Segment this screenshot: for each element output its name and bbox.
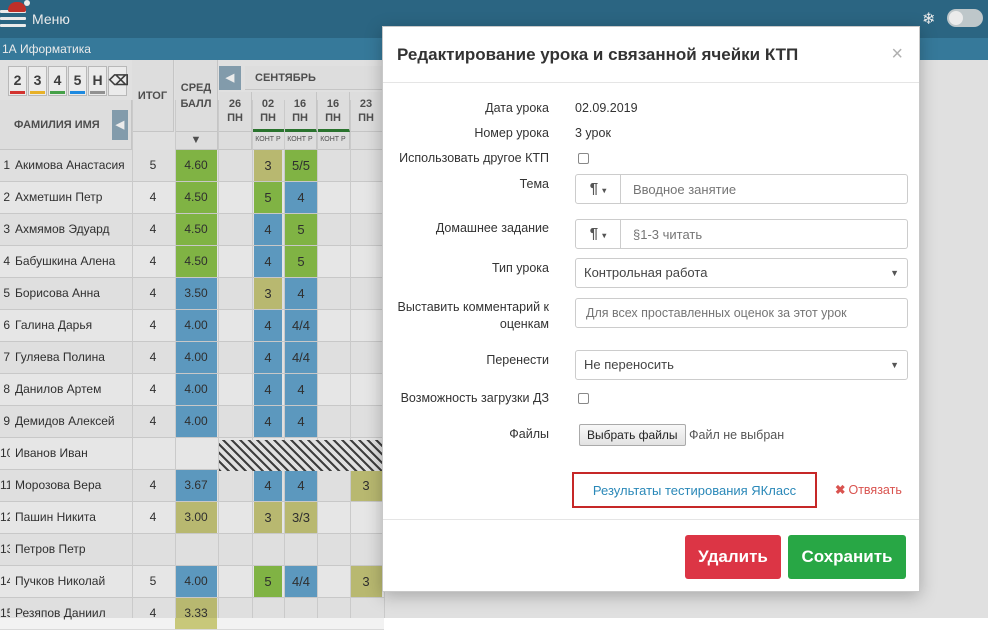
modal-title: Редактирование урока и связанной ячейки … bbox=[397, 45, 799, 64]
upload-homework-checkbox[interactable] bbox=[578, 393, 589, 404]
other-ktp-label: Использовать другое КТП bbox=[399, 151, 549, 165]
lesson-number-value: 3 урок bbox=[575, 126, 611, 140]
comment-label-line1: Выставить комментарий к bbox=[397, 300, 549, 314]
caret-down-icon: ▾ bbox=[602, 186, 607, 195]
lesson-number-label: Номер урока bbox=[474, 126, 549, 140]
save-button[interactable]: Сохранить bbox=[788, 535, 906, 579]
yaklass-results-link[interactable]: Результаты тестирования ЯКласс bbox=[572, 472, 817, 508]
edit-lesson-modal: Редактирование урока и связанной ячейки … bbox=[382, 26, 920, 592]
upload-homework-label: Возможность загрузки ДЗ bbox=[400, 391, 549, 405]
paragraph-icon: ¶ bbox=[589, 180, 599, 197]
comment-label-line2: оценкам bbox=[499, 317, 549, 331]
topic-input-group: ¶ ▾ bbox=[575, 174, 908, 204]
lesson-type-value: Контрольная работа bbox=[584, 265, 708, 280]
file-status: Файл не выбран bbox=[689, 428, 785, 442]
unlink-label: Отвязать bbox=[848, 483, 902, 497]
date-label: Дата урока bbox=[485, 101, 549, 115]
delete-button[interactable]: Удалить bbox=[685, 535, 781, 579]
paragraph-format-button[interactable]: ¶ ▾ bbox=[575, 219, 621, 249]
lesson-type-label: Тип урока bbox=[491, 261, 549, 275]
dropdown-arrow-icon: ▼ bbox=[890, 360, 899, 370]
modal-header: Редактирование урока и связанной ячейки … bbox=[383, 27, 919, 83]
other-ktp-checkbox[interactable] bbox=[578, 153, 589, 164]
dropdown-arrow-icon: ▼ bbox=[890, 268, 899, 278]
unlink-button[interactable]: ✖ Отвязать bbox=[835, 482, 902, 497]
close-x-icon: ✖ bbox=[835, 483, 846, 497]
paragraph-format-button[interactable]: ¶ ▾ bbox=[575, 174, 621, 204]
close-icon[interactable]: × bbox=[891, 43, 903, 66]
homework-input[interactable] bbox=[621, 219, 908, 249]
caret-down-icon: ▾ bbox=[602, 231, 607, 240]
homework-input-group: ¶ ▾ bbox=[575, 219, 908, 249]
comment-input[interactable] bbox=[575, 298, 908, 328]
files-label: Файлы bbox=[509, 427, 549, 441]
lesson-type-select[interactable]: Контрольная работа ▼ bbox=[575, 258, 908, 288]
move-value: Не переносить bbox=[584, 357, 674, 372]
modal-footer: Удалить Сохранить bbox=[383, 519, 919, 591]
move-select[interactable]: Не переносить ▼ bbox=[575, 350, 908, 380]
move-label: Перенести bbox=[486, 353, 549, 367]
paragraph-icon: ¶ bbox=[589, 225, 599, 242]
topic-input[interactable] bbox=[621, 174, 908, 204]
comment-label: Выставить комментарий к оценкам bbox=[379, 299, 549, 333]
homework-label: Домашнее задание bbox=[435, 221, 549, 235]
choose-files-button[interactable]: Выбрать файлы bbox=[579, 424, 686, 446]
date-value: 02.09.2019 bbox=[575, 101, 638, 115]
topic-label: Тема bbox=[519, 177, 549, 191]
